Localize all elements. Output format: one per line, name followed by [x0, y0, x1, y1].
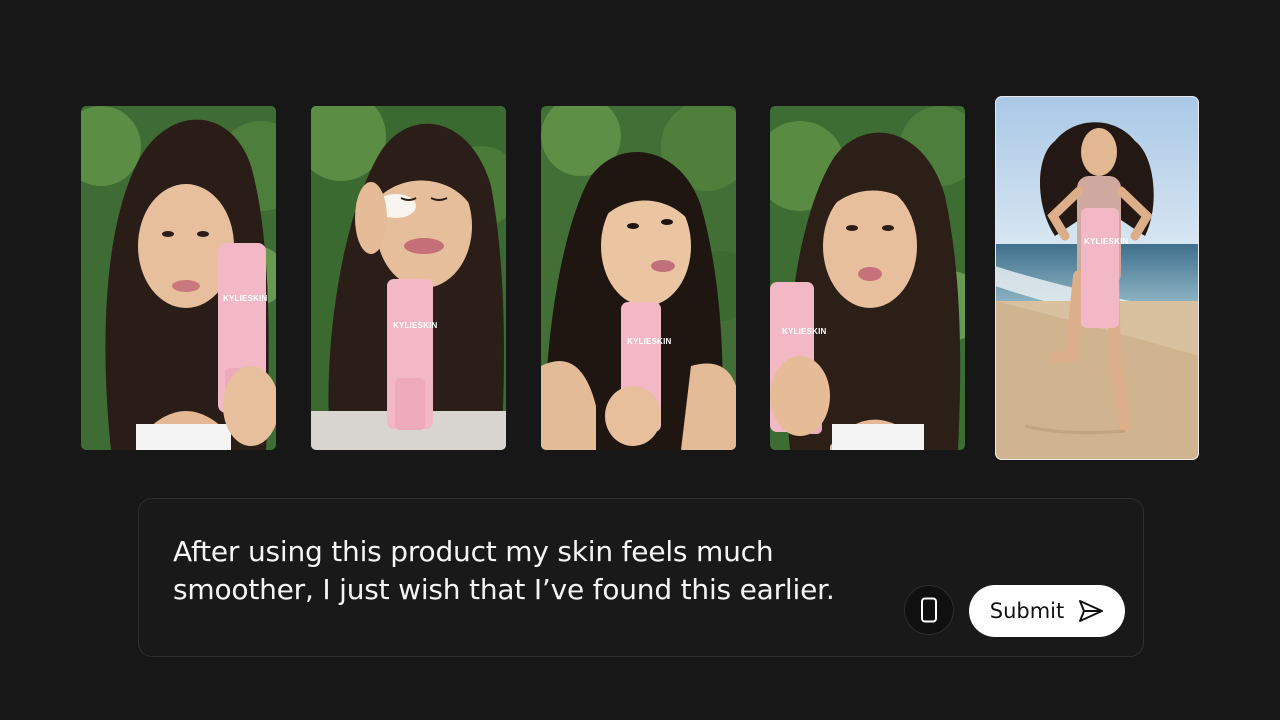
- device-preview-button[interactable]: [904, 585, 954, 635]
- video-thumbnail-2[interactable]: KYLIESKIN: [311, 106, 506, 450]
- submit-button[interactable]: Submit: [969, 585, 1125, 637]
- app-stage: KYLIESKIN KYLIESKIN KYLIESKIN KYLIESKIN …: [0, 0, 1280, 720]
- video-thumbnail-5-selected[interactable]: KYLIESKIN: [995, 96, 1199, 460]
- video-thumbnail-3[interactable]: KYLIESKIN: [541, 106, 736, 450]
- thumbnail-image-4: KYLIESKIN: [770, 106, 965, 450]
- video-thumbnail-1[interactable]: KYLIESKIN: [81, 106, 276, 450]
- product-label: KYLIESKIN: [782, 327, 826, 336]
- send-icon: [1079, 600, 1104, 622]
- prompt-text[interactable]: After using this product my skin feels m…: [173, 533, 893, 609]
- thumbnail-image-2: KYLIESKIN: [311, 106, 506, 450]
- thumbnail-image-1: KYLIESKIN: [81, 106, 276, 450]
- product-label: KYLIESKIN: [223, 294, 267, 303]
- thumbnail-image-3: KYLIESKIN: [541, 106, 736, 450]
- thumbnail-image-5: KYLIESKIN: [995, 96, 1199, 460]
- product-label: KYLIESKIN: [393, 321, 437, 330]
- product-label: KYLIESKIN: [627, 337, 671, 346]
- submit-label: Submit: [989, 599, 1065, 623]
- video-thumbnail-4[interactable]: KYLIESKIN: [770, 106, 965, 450]
- smartphone-icon: [921, 597, 937, 623]
- product-label: KYLIESKIN: [1084, 237, 1128, 246]
- prompt-panel: After using this product my skin feels m…: [138, 498, 1144, 657]
